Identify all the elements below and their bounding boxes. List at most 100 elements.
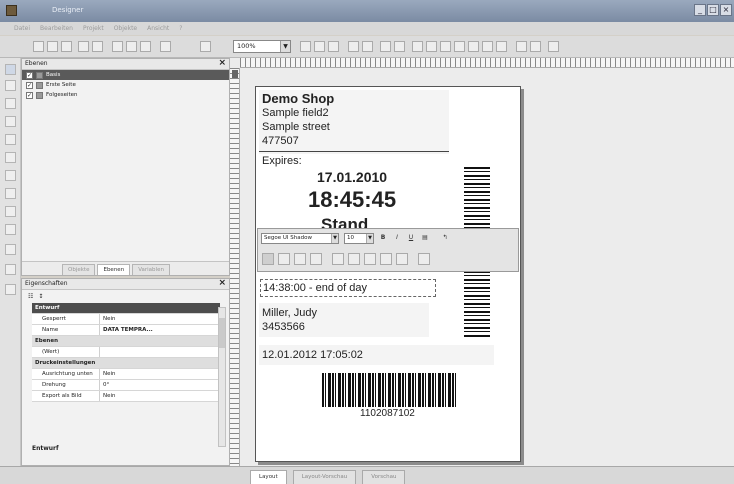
chevron-down-icon[interactable]: ▼ (331, 234, 338, 243)
color-icon[interactable]: ▤ (420, 233, 430, 243)
tab-layout[interactable]: Layout (250, 470, 287, 484)
print-timestamp[interactable]: 12.01.2012 17:05:02 (262, 349, 363, 361)
property-row[interactable]: Ausrichtung unten Nein (32, 369, 220, 380)
menu-objects[interactable]: Objekte (114, 25, 137, 32)
zoom-out-icon[interactable] (314, 41, 325, 52)
property-row[interactable]: Name DATA TEMPRA... (32, 325, 220, 336)
copy-icon[interactable] (126, 41, 137, 52)
barcode-number[interactable]: 1102087102 (360, 408, 415, 419)
expiry-time[interactable]: 18:45:45 (308, 187, 396, 213)
save-icon[interactable] (61, 41, 72, 52)
tab-objects[interactable]: Objekte (62, 264, 96, 275)
close-icon[interactable]: × (218, 278, 226, 288)
property-value[interactable]: Nein (100, 314, 220, 324)
tab-variables[interactable]: Variablen (132, 264, 170, 275)
align-middle-icon[interactable] (440, 41, 451, 52)
property-row[interactable]: Export als Bild Nein (32, 391, 220, 402)
menu-view[interactable]: Ansicht (147, 25, 169, 32)
paint-icon[interactable] (418, 253, 430, 265)
image-tool-icon[interactable] (5, 170, 16, 181)
italic-icon[interactable]: I (392, 233, 402, 243)
same-height-icon[interactable] (482, 41, 493, 52)
properties-scrollbar[interactable] (218, 307, 226, 447)
layer-visible-checkbox[interactable]: ✓ (26, 91, 33, 99)
layer-visible-checkbox[interactable]: ✓ (26, 71, 33, 79)
zoom-fit-icon[interactable] (328, 41, 339, 52)
indent-icon[interactable] (332, 253, 344, 265)
menu-edit[interactable]: Bearbeiten (40, 25, 73, 32)
property-row[interactable]: Gesperrt Nein (32, 314, 220, 325)
property-value[interactable]: Nein (100, 369, 220, 379)
ellipse-tool-icon[interactable] (5, 152, 16, 163)
menu-file[interactable]: Datei (14, 25, 30, 32)
same-size-icon[interactable] (496, 41, 507, 52)
properties-icon[interactable] (548, 41, 559, 52)
print-icon[interactable] (78, 41, 89, 52)
chart-tool-icon[interactable] (5, 206, 16, 217)
address-line-1[interactable]: Sample field2 (262, 107, 329, 119)
alphabetical-icon[interactable]: ↕ (38, 293, 43, 300)
design-canvas[interactable]: Demo Shop Sample field2 Sample street 47… (230, 58, 734, 466)
zoom-select[interactable]: 100% ▼ (233, 40, 291, 53)
address-line-2[interactable]: Sample street (262, 121, 330, 133)
bring-front-icon[interactable] (516, 41, 527, 52)
bold-icon[interactable]: B (378, 233, 388, 243)
property-value[interactable]: 0° (100, 380, 220, 390)
scrollbar-thumb[interactable] (219, 318, 225, 348)
align-right-icon[interactable] (294, 253, 306, 265)
shop-name[interactable]: Demo Shop (262, 91, 334, 106)
down-icon[interactable] (380, 253, 392, 265)
select-tool-icon[interactable] (5, 64, 16, 75)
expires-label[interactable]: Expires: (262, 155, 302, 167)
layer-item[interactable]: ✓ Folgeseiten (22, 90, 229, 100)
undo-icon[interactable] (160, 41, 171, 52)
text-tool-icon[interactable] (5, 98, 16, 109)
print-preview-icon[interactable] (92, 41, 103, 52)
property-group[interactable]: Ebenen (32, 336, 220, 347)
line-tool-icon[interactable] (5, 116, 16, 127)
menu-project[interactable]: Projekt (83, 25, 104, 32)
categorized-icon[interactable]: ☷ (28, 293, 33, 300)
zoom-in-icon[interactable] (300, 41, 311, 52)
property-value[interactable]: DATA TEMPRA... (100, 325, 220, 335)
chevron-down-icon[interactable]: ▼ (280, 41, 290, 52)
customer-id[interactable]: 3453566 (262, 321, 305, 333)
customer-name[interactable]: Miller, Judy (262, 307, 317, 319)
underline-icon[interactable]: U (406, 233, 416, 243)
property-value[interactable] (100, 347, 220, 357)
tab-preview[interactable]: Vorschau (362, 470, 406, 484)
cut-icon[interactable] (112, 41, 123, 52)
checkbox-tool-icon[interactable] (5, 264, 16, 275)
zip-code[interactable]: 477507 (262, 135, 299, 147)
property-group[interactable]: Entwurf (32, 303, 220, 314)
expiry-date[interactable]: 17.01.2010 (317, 169, 387, 185)
label-page[interactable]: Demo Shop Sample field2 Sample street 47… (255, 86, 521, 462)
close-button[interactable]: × (720, 4, 732, 16)
property-row[interactable]: (Wert) (32, 347, 220, 358)
drawing-tool-icon[interactable] (5, 284, 16, 295)
property-row[interactable]: Drehung 0° (32, 380, 220, 391)
maximize-button[interactable]: □ (707, 4, 719, 16)
layer-item[interactable]: ✓ Erste Seite (22, 80, 229, 90)
font-size-select[interactable]: 10 ▼ (344, 233, 374, 244)
grid-icon[interactable] (348, 41, 359, 52)
align-top-icon[interactable] (426, 41, 437, 52)
tab-layout-preview[interactable]: Layout-Vorschau (292, 470, 357, 484)
layer-item[interactable]: ✓ Basis (22, 70, 229, 80)
align-left-icon[interactable] (380, 41, 391, 52)
font-select[interactable]: Segoe UI Shadow ▼ (261, 233, 339, 244)
minimize-button[interactable]: _ (694, 4, 706, 16)
barcode[interactable] (322, 373, 458, 407)
format-icon[interactable]: ↰ (440, 233, 450, 243)
tab-layers[interactable]: Ebenen (97, 264, 131, 275)
new-icon[interactable] (33, 41, 44, 52)
property-group[interactable]: Druckeinstellungen (32, 358, 220, 369)
align-center-icon[interactable] (278, 253, 290, 265)
table-tool-icon[interactable] (5, 224, 16, 235)
align-center-icon[interactable] (394, 41, 405, 52)
wrap-icon[interactable] (396, 253, 408, 265)
justify-icon[interactable] (310, 253, 322, 265)
redo-icon[interactable] (200, 41, 211, 52)
layer-visible-checkbox[interactable]: ✓ (26, 81, 33, 89)
align-bottom-icon[interactable] (454, 41, 465, 52)
